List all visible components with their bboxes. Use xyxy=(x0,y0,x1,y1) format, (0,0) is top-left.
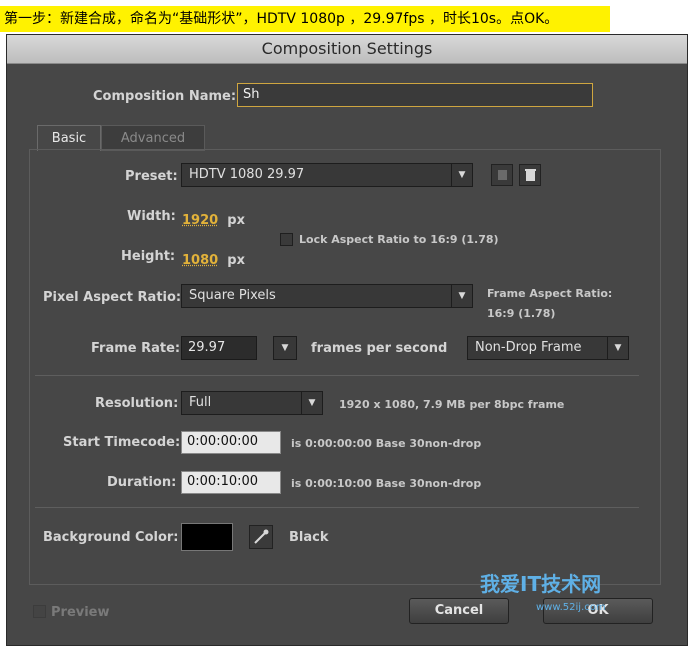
frame-aspect-label: Frame Aspect Ratio: xyxy=(487,287,613,300)
resolution-dropdown[interactable]: Full ▼ xyxy=(181,391,323,415)
duration-label: Duration: xyxy=(107,475,177,490)
divider xyxy=(35,375,639,376)
frame-aspect-value: 16:9 (1.78) xyxy=(487,307,556,320)
drop-frame-dropdown[interactable]: Non-Drop Frame ▼ xyxy=(467,336,629,360)
height-value[interactable]: 1080 xyxy=(182,253,218,268)
pixel-aspect-value: Square Pixels xyxy=(189,288,276,303)
resolution-value: Full xyxy=(189,395,212,410)
width-field[interactable]: 1920 px xyxy=(182,209,245,228)
height-label: Height: xyxy=(121,249,176,264)
watermark-logo: 我爱IT技术网 xyxy=(480,572,602,596)
frame-rate-input[interactable]: 29.97 xyxy=(181,336,257,360)
tab-advanced[interactable]: Advanced xyxy=(101,125,205,151)
frame-rate-dropdown[interactable]: ▼ xyxy=(273,336,297,360)
lock-aspect-checkbox[interactable] xyxy=(280,233,293,246)
chevron-down-icon: ▼ xyxy=(451,164,472,186)
instruction-banner: 第一步：新建合成，命名为“基础形状”，HDTV 1080p ，29.97fps … xyxy=(0,6,610,32)
width-unit: px xyxy=(227,213,245,228)
preset-dropdown[interactable]: HDTV 1080 29.97 ▼ xyxy=(181,163,473,187)
start-timecode-label: Start Timecode: xyxy=(63,435,181,450)
bg-color-swatch[interactable] xyxy=(181,523,233,551)
trash-icon[interactable] xyxy=(519,164,541,186)
chevron-down-icon: ▼ xyxy=(451,285,472,307)
pixel-aspect-dropdown[interactable]: Square Pixels ▼ xyxy=(181,284,473,308)
preview-checkbox[interactable] xyxy=(33,605,46,618)
basic-panel xyxy=(29,149,661,585)
width-value[interactable]: 1920 xyxy=(182,213,218,228)
start-timecode-input[interactable]: 0:00:00:00 xyxy=(181,431,281,454)
chevron-down-icon: ▼ xyxy=(607,337,628,359)
eyedropper-icon[interactable] xyxy=(249,525,273,549)
tab-basic[interactable]: Basic xyxy=(37,125,101,151)
duration-input[interactable]: 0:00:10:00 xyxy=(181,471,281,494)
save-preset-icon[interactable] xyxy=(491,164,513,186)
divider xyxy=(35,507,639,508)
cancel-button[interactable]: Cancel xyxy=(409,598,509,624)
composition-settings-dialog: Composition Settings Composition Name: S… xyxy=(6,34,688,646)
resolution-info: 1920 x 1080, 7.9 MB per 8bpc frame xyxy=(339,398,565,411)
preview-label: Preview xyxy=(51,605,110,620)
lock-aspect-label: Lock Aspect Ratio to 16:9 (1.78) xyxy=(299,233,499,246)
watermark-url: www.52ij.com xyxy=(536,602,606,613)
preset-label: Preset: xyxy=(125,169,178,184)
dialog-title: Composition Settings xyxy=(7,35,687,64)
chevron-down-icon: ▼ xyxy=(301,392,322,414)
chevron-down-icon: ▼ xyxy=(281,343,289,353)
bg-color-name: Black xyxy=(289,530,329,545)
height-field[interactable]: 1080 px xyxy=(182,249,245,268)
drop-frame-value: Non-Drop Frame xyxy=(475,340,582,355)
pixel-aspect-label: Pixel Aspect Ratio: xyxy=(43,290,182,305)
height-unit: px xyxy=(227,253,245,268)
duration-info: is 0:00:10:00 Base 30non-drop xyxy=(291,477,482,490)
start-timecode-info: is 0:00:00:00 Base 30non-drop xyxy=(291,437,482,450)
frame-rate-label: Frame Rate: xyxy=(91,341,181,356)
resolution-label: Resolution: xyxy=(95,396,179,411)
comp-name-label: Composition Name: xyxy=(93,89,237,104)
comp-name-input[interactable]: Sh xyxy=(237,83,593,107)
preset-value: HDTV 1080 29.97 xyxy=(189,167,305,182)
width-label: Width: xyxy=(127,209,176,224)
bg-color-label: Background Color: xyxy=(43,530,179,545)
fps-label: frames per second xyxy=(311,341,448,356)
